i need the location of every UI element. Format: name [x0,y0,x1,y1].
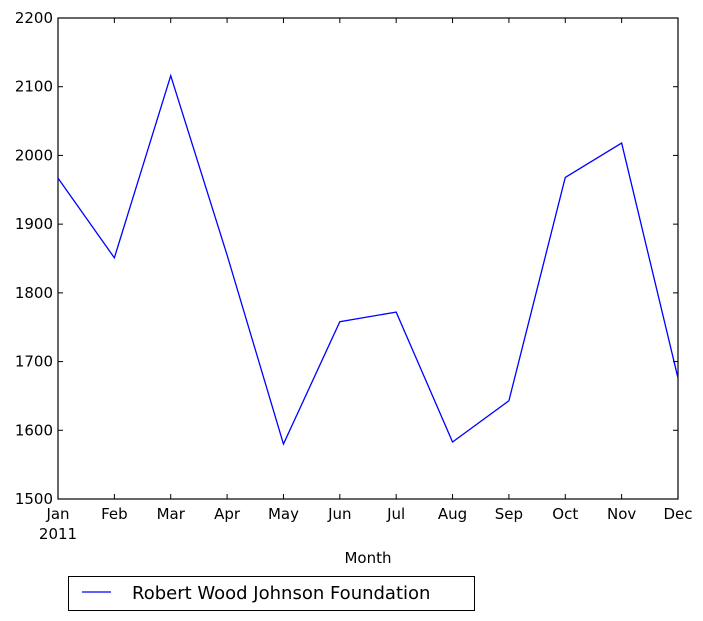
y-tick-label: 2100 [15,78,53,96]
y-tick-label: 1900 [15,215,53,233]
y-tick-label: 1800 [15,284,53,302]
x-tick-label: Sep [495,505,523,523]
legend-label: Robert Wood Johnson Foundation [132,583,430,604]
legend: Robert Wood Johnson Foundation [68,576,475,611]
plot-frame [57,17,679,500]
x-tick-label: Jan [45,505,69,523]
x-tick-label: Jul [386,505,405,523]
line-chart: 15001600170018001900200021002200 Jan Feb M… [15,9,693,611]
x-tick-label: Apr [214,505,241,523]
series-line [57,73,679,446]
x-axis-label: Month [344,549,391,567]
x-tick-label: Aug [438,505,467,523]
x-tick-label: Feb [101,505,128,523]
x-tick-label: Nov [607,505,636,523]
y-tick-label: 2000 [15,146,53,164]
x-tick-label: May [268,505,299,523]
y-tick-label: 2200 [15,9,53,27]
x-tick-label: Mar [157,505,186,523]
x-tick-label: Dec [663,505,692,523]
y-tick-label: 1700 [15,353,53,371]
x-tick-label: Oct [552,505,578,523]
x-tick-year-label: 2011 [39,525,77,543]
plot-area [57,17,679,500]
x-tick-label: Jun [327,505,351,523]
y-tick-label: 1600 [15,421,53,439]
x-axis: Jan Feb Mar Apr May Jun Jul Aug Sep Oct Nov Dec [45,18,693,523]
